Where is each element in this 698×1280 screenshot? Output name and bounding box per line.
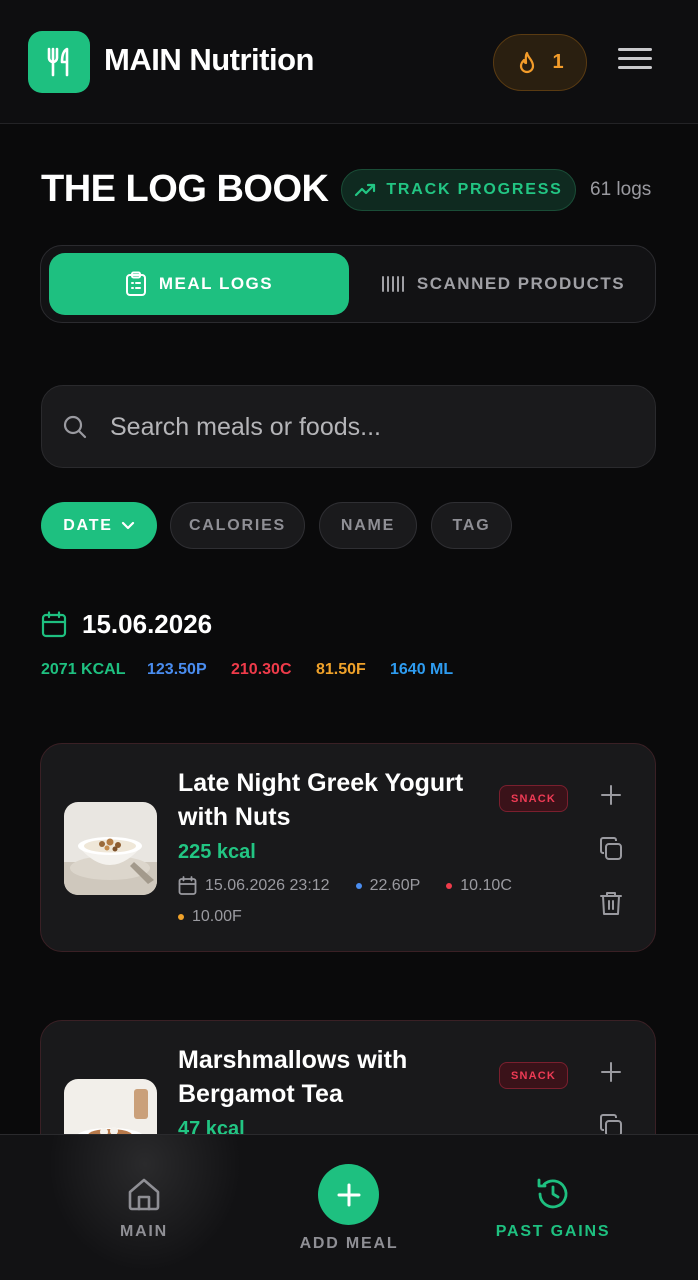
nav-main[interactable]: MAIN — [90, 1171, 198, 1251]
meal-protein: 22.60P — [369, 876, 421, 894]
bottom-nav: MAIN ADD MEAL PAST GAINS — [0, 1134, 698, 1280]
sort-chip-date-label: DATE — [63, 516, 113, 534]
nav-past-gains[interactable]: PAST GAINS — [488, 1171, 618, 1251]
tab-scanned-products-label: SCANNED PRODUCTS — [416, 274, 626, 293]
search-icon — [63, 415, 87, 439]
barcode-icon — [381, 276, 404, 292]
meal-thumbnail — [64, 802, 157, 895]
nav-past-gains-label: PAST GAINS — [495, 1223, 611, 1240]
log-type-tabs: MEAL LOGS SCANNED PRODUCTS — [40, 245, 656, 323]
hamburger-icon — [618, 48, 658, 69]
day-total-carbs: 210.30C — [231, 661, 292, 678]
day-total-protein: 123.50P — [147, 661, 207, 678]
home-icon — [128, 1178, 160, 1211]
logs-count: 61 logs — [590, 179, 652, 200]
tab-meal-logs[interactable]: MEAL LOGS — [49, 253, 349, 315]
meal-tag-badge: SNACK — [499, 785, 568, 812]
track-progress-label: TRACK PROGRESS — [386, 181, 563, 198]
trash-icon[interactable] — [598, 890, 624, 916]
sort-chip-calories[interactable]: CALORIES — [170, 502, 305, 549]
top-header: MAIN Nutrition 1 — [0, 0, 698, 124]
plus-icon[interactable] — [598, 782, 624, 808]
plus-icon — [337, 1183, 360, 1206]
sort-chip-name-label: NAME — [340, 516, 396, 534]
nav-add-meal-label: ADD MEAL — [299, 1235, 399, 1252]
sort-chip-name[interactable]: NAME — [319, 502, 417, 549]
meal-kcal: 225 kcal — [178, 841, 256, 863]
tab-scanned-products[interactable]: SCANNED PRODUCTS — [357, 253, 649, 315]
track-progress-button[interactable]: TRACK PROGRESS — [341, 169, 576, 211]
nav-add-meal[interactable]: ADD MEAL — [290, 1135, 408, 1265]
carbs-dot — [446, 882, 453, 889]
day-total-water: 1640 ML — [390, 661, 454, 678]
sort-chip-date[interactable]: DATE — [41, 502, 157, 549]
fat-dot — [178, 914, 184, 920]
calendar-icon — [178, 876, 197, 895]
meal-datetime: 15.06.2026 23:12 — [205, 876, 330, 894]
trending-up-icon — [355, 183, 376, 197]
menu-button[interactable] — [618, 48, 658, 78]
day-total-kcal: 2071 KCAL — [41, 661, 126, 678]
protein-dot — [355, 882, 362, 889]
meal-tag-badge: SNACK — [499, 1062, 568, 1089]
meal-meta-row-2: 10.00F — [178, 908, 242, 926]
search-bar — [41, 385, 656, 468]
search-input[interactable] — [110, 404, 630, 450]
meal-carbs: 10.10C — [460, 876, 512, 894]
calendar-icon — [41, 611, 67, 638]
clipboard-icon — [125, 271, 146, 296]
fork-knife-icon — [47, 47, 69, 77]
flame-icon — [520, 51, 535, 73]
streak-count: 1 — [552, 51, 564, 73]
plus-icon[interactable] — [598, 1059, 624, 1085]
streak-badge[interactable]: 1 — [493, 34, 587, 91]
meal-name: Marshmallows with Bergamot Tea — [178, 1046, 408, 1108]
page-title: THE LOG BOOK — [41, 168, 329, 210]
app-screen: MAIN Nutrition 1 THE LOG BOOK TRACK PROG… — [0, 0, 698, 1280]
meal-meta-row: 15.06.2026 23:12 22.60P 10.10C — [178, 876, 512, 895]
meal-name: Late Night Greek Yogurt with Nuts — [178, 769, 464, 831]
sort-chip-tag-label: TAG — [452, 516, 491, 534]
app-title: MAIN Nutrition — [104, 42, 314, 77]
sort-chip-calories-label: CALORIES — [188, 516, 287, 534]
day-total-fat: 81.50F — [316, 661, 366, 678]
chevron-down-icon — [121, 521, 134, 529]
app-logo[interactable] — [28, 31, 90, 93]
meal-fat: 10.00F — [192, 908, 242, 925]
add-meal-button[interactable] — [318, 1164, 379, 1225]
meal-card[interactable]: Late Night Greek Yogurt with Nuts 225 kc… — [40, 743, 656, 952]
sort-chip-tag[interactable]: TAG — [431, 502, 512, 549]
day-group-date: 15.06.2026 — [82, 609, 213, 639]
nav-main-label: MAIN — [119, 1223, 169, 1240]
tab-meal-logs-label: MEAL LOGS — [158, 274, 274, 293]
copy-icon[interactable] — [598, 836, 624, 862]
history-icon — [537, 1178, 568, 1209]
